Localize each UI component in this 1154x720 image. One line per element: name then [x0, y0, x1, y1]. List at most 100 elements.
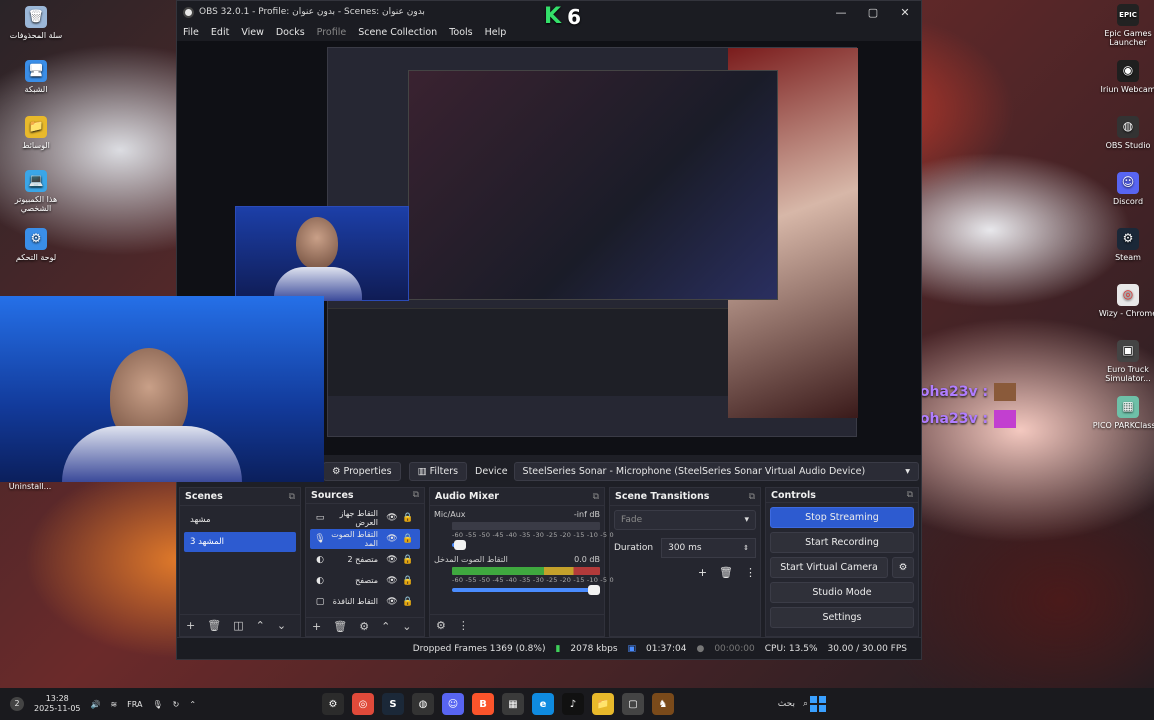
settings-button[interactable]: Settings	[770, 607, 914, 628]
studio-mode-button[interactable]: Studio Mode	[770, 582, 914, 603]
epic-games-desktop-icon[interactable]: EPIC Epic Games Launcher	[1092, 4, 1154, 47]
game-icon[interactable]: ♞	[652, 693, 674, 715]
volume-slider[interactable]	[452, 585, 600, 595]
lock-icon[interactable]: 🔒	[400, 534, 416, 544]
network-desktop-icon[interactable]: 🖥 الشبكة	[0, 60, 72, 94]
chevron-up-icon[interactable]: ⌃	[189, 700, 196, 709]
discord-desktop-icon[interactable]: ☺ Discord	[1092, 172, 1154, 206]
more-options-icon[interactable]: ⋮	[458, 619, 469, 632]
clock[interactable]: 13:28 2025-11-05	[34, 694, 81, 713]
start-button[interactable]	[810, 696, 826, 712]
trash-icon[interactable]: 🗑	[719, 566, 733, 579]
euro-truck-desktop-icon[interactable]: ▣ Euro Truck Simulator...	[1092, 340, 1154, 383]
source-item[interactable]: ◐ متصفح 👁 🔒	[310, 571, 420, 591]
eye-icon[interactable]: 👁	[384, 534, 400, 544]
wizy-chrome-desktop-icon[interactable]: ◎ Wizy - Chrome	[1092, 284, 1154, 318]
iriun-webcam-desktop-icon[interactable]: ◉ Iriun Webcam	[1092, 60, 1154, 94]
source-item[interactable]: ◐ متصفح 2 👁 🔒	[310, 550, 420, 570]
maximize-button[interactable]: ▢	[857, 6, 889, 19]
file-explorer-icon[interactable]: 📁	[592, 693, 614, 715]
source-item[interactable]: 🎙 التقاط الصوت المد 👁 🔒	[310, 528, 420, 549]
down-icon[interactable]: ⌄	[277, 619, 286, 632]
filter-icon[interactable]: ◫	[233, 619, 243, 632]
down-icon[interactable]: ⌄	[402, 620, 411, 633]
menu-tools[interactable]: Tools	[449, 27, 472, 38]
obs-desktop-icon[interactable]: ◍ OBS Studio	[1092, 116, 1154, 150]
properties-button[interactable]: ⚙ Properties	[323, 461, 401, 481]
recycle-bin-desktop-icon[interactable]: 🗑 سلة المحذوفات	[0, 6, 72, 40]
advanced-audio-icon[interactable]: ⚙	[436, 619, 446, 632]
uninstall-desktop-label[interactable]: Uninstall...	[0, 482, 66, 491]
refresh-icon[interactable]: ↻	[173, 700, 180, 709]
menu-scene-collection[interactable]: Scene Collection	[358, 27, 437, 38]
source-item[interactable]: ▭ التقاط جهاز العرض 👁 🔒	[310, 508, 420, 528]
control-panel-desktop-icon[interactable]: ⚙ لوحة التحكم	[0, 228, 72, 262]
menu-file[interactable]: File	[183, 27, 199, 38]
up-icon[interactable]: ⌃	[256, 619, 265, 632]
close-button[interactable]: ✕	[889, 6, 921, 19]
trash-icon[interactable]: 🗑	[333, 620, 347, 633]
undock-icon[interactable]: ⧉	[593, 492, 599, 502]
settings-icon[interactable]: ⚙	[322, 693, 344, 715]
steam-desktop-icon[interactable]: ⚙ Steam	[1092, 228, 1154, 262]
lock-icon[interactable]: 🔒	[400, 555, 416, 565]
up-icon[interactable]: ⌃	[381, 620, 390, 633]
device-select[interactable]: SteelSeries Sonar - Microphone (SteelSer…	[513, 461, 919, 481]
undock-icon[interactable]: ⧉	[907, 490, 913, 500]
volume-slider[interactable]	[452, 540, 466, 550]
add-icon[interactable]: +	[698, 566, 707, 579]
steam-icon[interactable]: S	[382, 693, 404, 715]
brave-icon[interactable]: B	[472, 693, 494, 715]
menu-edit[interactable]: Edit	[211, 27, 229, 38]
tiktok-icon[interactable]: ♪	[562, 693, 584, 715]
undock-icon[interactable]: ⧉	[749, 492, 755, 502]
wifi-icon[interactable]: ≋	[110, 700, 117, 709]
chrome-icon[interactable]: ◎	[352, 693, 374, 715]
pico-park-desktop-icon[interactable]: ▦ PICO PARKClass...	[1092, 396, 1154, 430]
more-options-icon[interactable]: ⋮	[745, 566, 756, 579]
undock-icon[interactable]: ⧉	[413, 490, 419, 500]
gear-icon[interactable]: ⚙	[892, 557, 914, 578]
eye-icon[interactable]: 👁	[384, 513, 400, 523]
edge-icon[interactable]: e	[532, 693, 554, 715]
folder-desktop-icon[interactable]: 📁 الوسائط	[0, 116, 72, 150]
trash-icon[interactable]: 🗑	[207, 619, 221, 632]
scene-item[interactable]: المشهد 3	[184, 532, 296, 552]
undock-icon[interactable]: ⧉	[289, 492, 295, 502]
lock-icon[interactable]: 🔒	[400, 597, 416, 607]
lock-icon[interactable]: 🔒	[400, 513, 416, 523]
menu-view[interactable]: View	[241, 27, 264, 38]
taskbar-search[interactable]: بحث ⌕	[740, 695, 808, 713]
add-icon[interactable]: +	[312, 620, 321, 633]
spin-icon[interactable]: ⇕	[743, 544, 749, 552]
notification-badge[interactable]: 2	[10, 697, 24, 711]
volume-icon[interactable]: 🔊	[91, 700, 101, 709]
minimize-button[interactable]: —	[825, 6, 857, 19]
eye-icon[interactable]: 👁	[384, 576, 400, 586]
calendar-icon[interactable]: ▦	[502, 693, 524, 715]
transition-select[interactable]: Fade ▾	[614, 510, 756, 530]
menu-profile[interactable]: Profile	[317, 27, 347, 38]
menu-docks[interactable]: Docks	[276, 27, 305, 38]
eye-icon[interactable]: 👁	[384, 555, 400, 565]
source-item[interactable]: ▢ التقاط النافذة 👁 🔒	[310, 592, 420, 612]
stop-streaming-button[interactable]: Stop Streaming	[770, 507, 914, 528]
window-icon[interactable]: ▢	[622, 693, 644, 715]
scene-item[interactable]: مشهد	[184, 510, 296, 530]
start-recording-button[interactable]: Start Recording	[770, 532, 914, 553]
gear-icon[interactable]: ⚙	[359, 620, 369, 633]
obs-icon[interactable]: ◍	[412, 693, 434, 715]
discord-icon[interactable]: ☺	[442, 693, 464, 715]
start-virtual-camera-button[interactable]: Start Virtual Camera	[770, 557, 888, 578]
add-icon[interactable]: +	[186, 619, 195, 632]
eye-icon[interactable]: 👁	[384, 597, 400, 607]
filters-button[interactable]: ▥ Filters	[408, 461, 468, 481]
this-pc-desktop-icon[interactable]: 💻 هذا الكمبيوتر الشخصي	[0, 170, 72, 213]
menu-help[interactable]: Help	[485, 27, 507, 38]
lock-icon[interactable]: 🔒	[400, 576, 416, 586]
mic-icon[interactable]: 🎙	[152, 700, 162, 709]
search-icon: ⌕	[802, 699, 808, 709]
truck-icon: ▣	[1117, 340, 1139, 362]
duration-input[interactable]: 300 ms ⇕	[661, 538, 756, 558]
language-indicator[interactable]: FRA	[127, 700, 142, 709]
